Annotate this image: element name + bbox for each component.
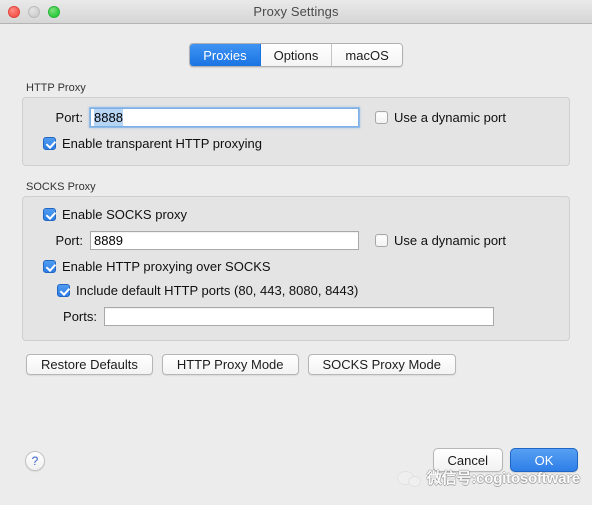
- socks-port-label: Port:: [35, 233, 83, 248]
- http-proxy-mode-button[interactable]: HTTP Proxy Mode: [162, 354, 299, 375]
- window-title: Proxy Settings: [0, 4, 592, 19]
- minimize-button-icon[interactable]: [28, 6, 40, 18]
- http-transparent-checkbox[interactable]: Enable transparent HTTP proxying: [43, 136, 262, 151]
- checkbox-checked-icon: [43, 137, 56, 150]
- traffic-light-group: [8, 6, 60, 18]
- segmented-control: Proxies Options macOS: [189, 43, 403, 67]
- socks-enable-label: Enable SOCKS proxy: [62, 207, 187, 222]
- socks-proxy-group-label: SOCKS Proxy: [26, 181, 570, 193]
- socks-dynamic-port-label: Use a dynamic port: [394, 233, 506, 248]
- socks-dynamic-port-checkbox[interactable]: Use a dynamic port: [375, 233, 506, 248]
- http-transparent-row: Enable transparent HTTP proxying: [43, 136, 557, 151]
- mode-buttons-row: Restore Defaults HTTP Proxy Mode SOCKS P…: [26, 354, 570, 375]
- tab-macos[interactable]: macOS: [332, 44, 401, 66]
- dialog-footer: ? Cancel OK 微信号:cogitosoftware: [0, 439, 592, 505]
- http-port-input[interactable]: 8888: [90, 108, 359, 127]
- socks-proxy-group: Enable SOCKS proxy Port: 8889 Use a dyna…: [22, 196, 570, 341]
- restore-defaults-button[interactable]: Restore Defaults: [26, 354, 153, 375]
- socks-enable-row: Enable SOCKS proxy: [43, 207, 557, 222]
- checkbox-checked-icon: [43, 208, 56, 221]
- zoom-button-icon[interactable]: [48, 6, 60, 18]
- checkbox-unchecked-icon: [375, 234, 388, 247]
- socks-default-ports-checkbox[interactable]: Include default HTTP ports (80, 443, 808…: [57, 283, 358, 298]
- socks-default-ports-label: Include default HTTP ports (80, 443, 808…: [76, 283, 358, 298]
- socks-ports-label: Ports:: [35, 309, 97, 324]
- http-port-row: Port: 8888 Use a dynamic port: [35, 108, 557, 127]
- socks-port-input[interactable]: 8889: [90, 231, 359, 250]
- socks-ports-row: Ports:: [35, 307, 557, 326]
- watermark-logo-icon: [397, 469, 423, 487]
- dialog-actions: Cancel OK: [433, 448, 578, 472]
- ok-button[interactable]: OK: [510, 448, 578, 472]
- tab-proxies[interactable]: Proxies: [190, 44, 260, 66]
- help-button[interactable]: ?: [25, 451, 45, 471]
- cancel-button[interactable]: Cancel: [433, 448, 503, 472]
- socks-http-over-socks-label: Enable HTTP proxying over SOCKS: [62, 259, 271, 274]
- socks-port-row: Port: 8889 Use a dynamic port: [35, 231, 557, 250]
- socks-default-ports-row: Include default HTTP ports (80, 443, 808…: [57, 283, 557, 298]
- checkbox-unchecked-icon: [375, 111, 388, 124]
- tab-options[interactable]: Options: [261, 44, 333, 66]
- title-bar: Proxy Settings: [0, 0, 592, 24]
- http-port-label: Port:: [35, 110, 83, 125]
- settings-content: HTTP Proxy Port: 8888 Use a dynamic port…: [0, 82, 592, 341]
- socks-enable-checkbox[interactable]: Enable SOCKS proxy: [43, 207, 187, 222]
- socks-port-value: 8889: [94, 233, 123, 248]
- proxy-settings-window: Proxy Settings Proxies Options macOS HTT…: [0, 0, 592, 505]
- http-dynamic-port-label: Use a dynamic port: [394, 110, 506, 125]
- http-dynamic-port-checkbox[interactable]: Use a dynamic port: [375, 110, 506, 125]
- http-transparent-label: Enable transparent HTTP proxying: [62, 136, 262, 151]
- http-port-value: 8888: [94, 109, 123, 126]
- socks-http-over-socks-checkbox[interactable]: Enable HTTP proxying over SOCKS: [43, 259, 271, 274]
- http-proxy-group-label: HTTP Proxy: [26, 82, 570, 94]
- socks-ports-input[interactable]: [104, 307, 494, 326]
- checkbox-checked-icon: [57, 284, 70, 297]
- close-button-icon[interactable]: [8, 6, 20, 18]
- socks-proxy-mode-button[interactable]: SOCKS Proxy Mode: [308, 354, 457, 375]
- http-proxy-group: Port: 8888 Use a dynamic port Enable tra…: [22, 97, 570, 166]
- socks-http-over-socks-row: Enable HTTP proxying over SOCKS: [43, 259, 557, 274]
- checkbox-checked-icon: [43, 260, 56, 273]
- tab-bar: Proxies Options macOS: [0, 43, 592, 67]
